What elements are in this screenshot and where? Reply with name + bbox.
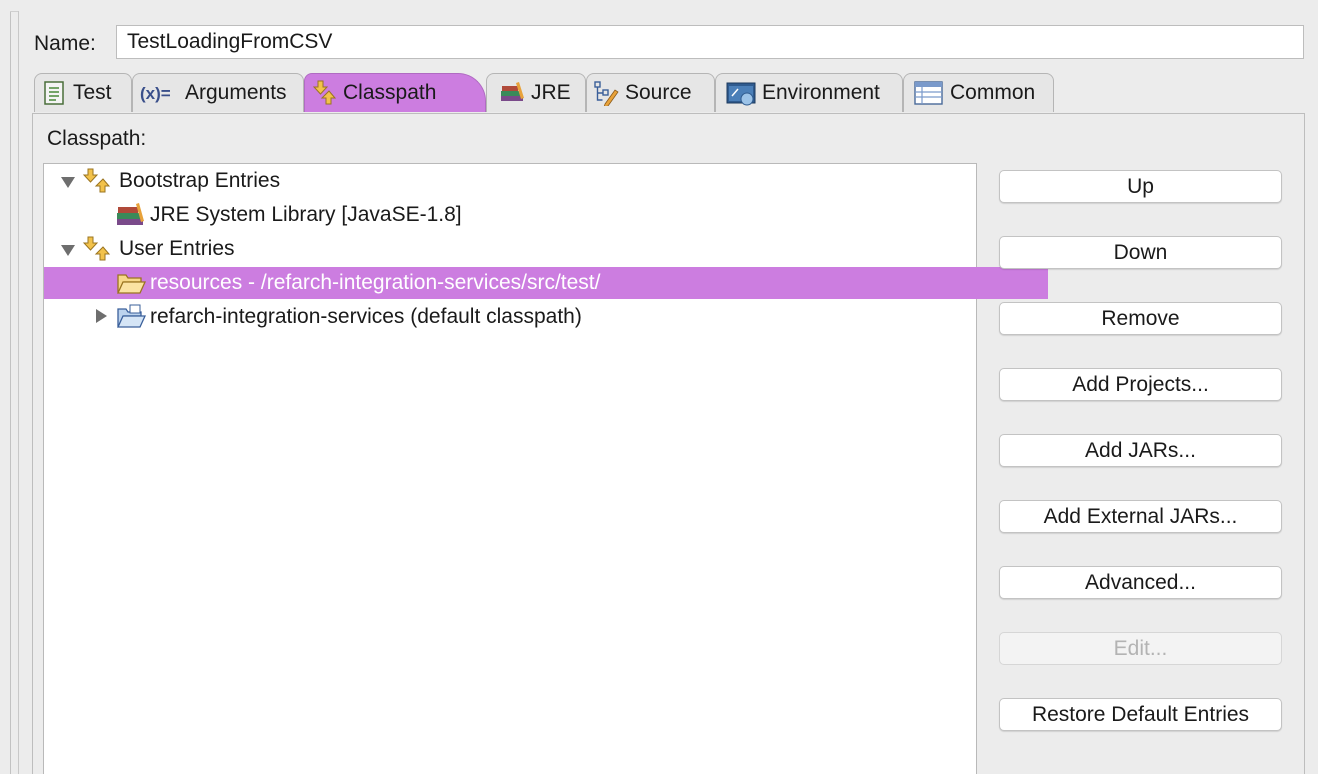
tab-jre[interactable]: JRE (486, 73, 586, 112)
svg-text:(x)=: (x)= (140, 84, 171, 103)
classpath-icon (311, 80, 337, 106)
tab-classpath[interactable]: Classpath (304, 73, 486, 112)
tree-node-user-entries[interactable]: User Entries (44, 233, 991, 265)
source-icon (593, 80, 619, 108)
up-button[interactable]: Up (999, 170, 1282, 203)
left-panel-edge (0, 0, 11, 774)
tree-node-jre-system-library[interactable]: JRE System Library [JavaSE-1.8] (44, 199, 1048, 231)
down-button[interactable]: Down (999, 236, 1282, 269)
add-jars-button[interactable]: Add JARs... (999, 434, 1282, 467)
folder-open-icon (116, 270, 147, 296)
classpath-section-label: Classpath: (47, 127, 147, 150)
tree-node-label: JRE System Library [JavaSE-1.8] (150, 203, 462, 226)
tab-arguments[interactable]: (x)= Arguments (132, 73, 304, 112)
tab-label: JRE (531, 81, 571, 104)
test-icon (41, 80, 67, 106)
advanced-button[interactable]: Advanced... (999, 566, 1282, 599)
tree-node-label: resources - /refarch-integration-service… (150, 271, 601, 294)
classpath-entries-icon (81, 236, 115, 262)
arguments-icon: (x)= (139, 80, 179, 106)
tab-label: Common (950, 81, 1036, 104)
tree-node-resources[interactable]: resources - /refarch-integration-service… (44, 267, 1048, 299)
tab-common[interactable]: Common (903, 73, 1054, 112)
jre-library-icon (116, 202, 146, 228)
expand-toggle-icon[interactable] (59, 172, 77, 190)
restore-default-entries-button[interactable]: Restore Default Entries (999, 698, 1282, 731)
tab-label: Classpath (343, 81, 437, 104)
edit-button: Edit... (999, 632, 1282, 665)
common-icon (914, 80, 944, 106)
name-input[interactable] (116, 25, 1304, 59)
add-external-jars-button[interactable]: Add External JARs... (999, 500, 1282, 533)
project-folder-icon (116, 304, 147, 330)
tree-node-label: Bootstrap Entries (119, 169, 281, 192)
remove-button[interactable]: Remove (999, 302, 1282, 335)
classpath-tree[interactable]: Bootstrap Entries JRE System Library [Ja… (43, 163, 1048, 774)
tree-node-label: refarch-integration-services (default cl… (150, 305, 582, 328)
tab-test[interactable]: Test (34, 73, 132, 112)
tab-environment[interactable]: Environment (715, 73, 903, 112)
expand-toggle-icon[interactable] (59, 240, 77, 258)
tab-label: Test (73, 81, 112, 104)
tab-label: Environment (762, 81, 880, 104)
jre-library-icon (499, 80, 525, 106)
tree-node-bootstrap-entries[interactable]: Bootstrap Entries (44, 165, 991, 197)
tree-node-refarch-project[interactable]: refarch-integration-services (default cl… (44, 301, 1023, 333)
tab-label: Source (625, 81, 692, 104)
add-projects-button[interactable]: Add Projects... (999, 368, 1282, 401)
environment-icon (726, 80, 756, 106)
expand-toggle-icon[interactable] (91, 308, 109, 326)
tab-label: Arguments (185, 81, 287, 104)
name-label: Name: (34, 32, 96, 55)
tree-node-label: User Entries (119, 237, 235, 260)
tab-source[interactable]: Source (586, 73, 715, 112)
classpath-entries-icon (81, 168, 115, 194)
